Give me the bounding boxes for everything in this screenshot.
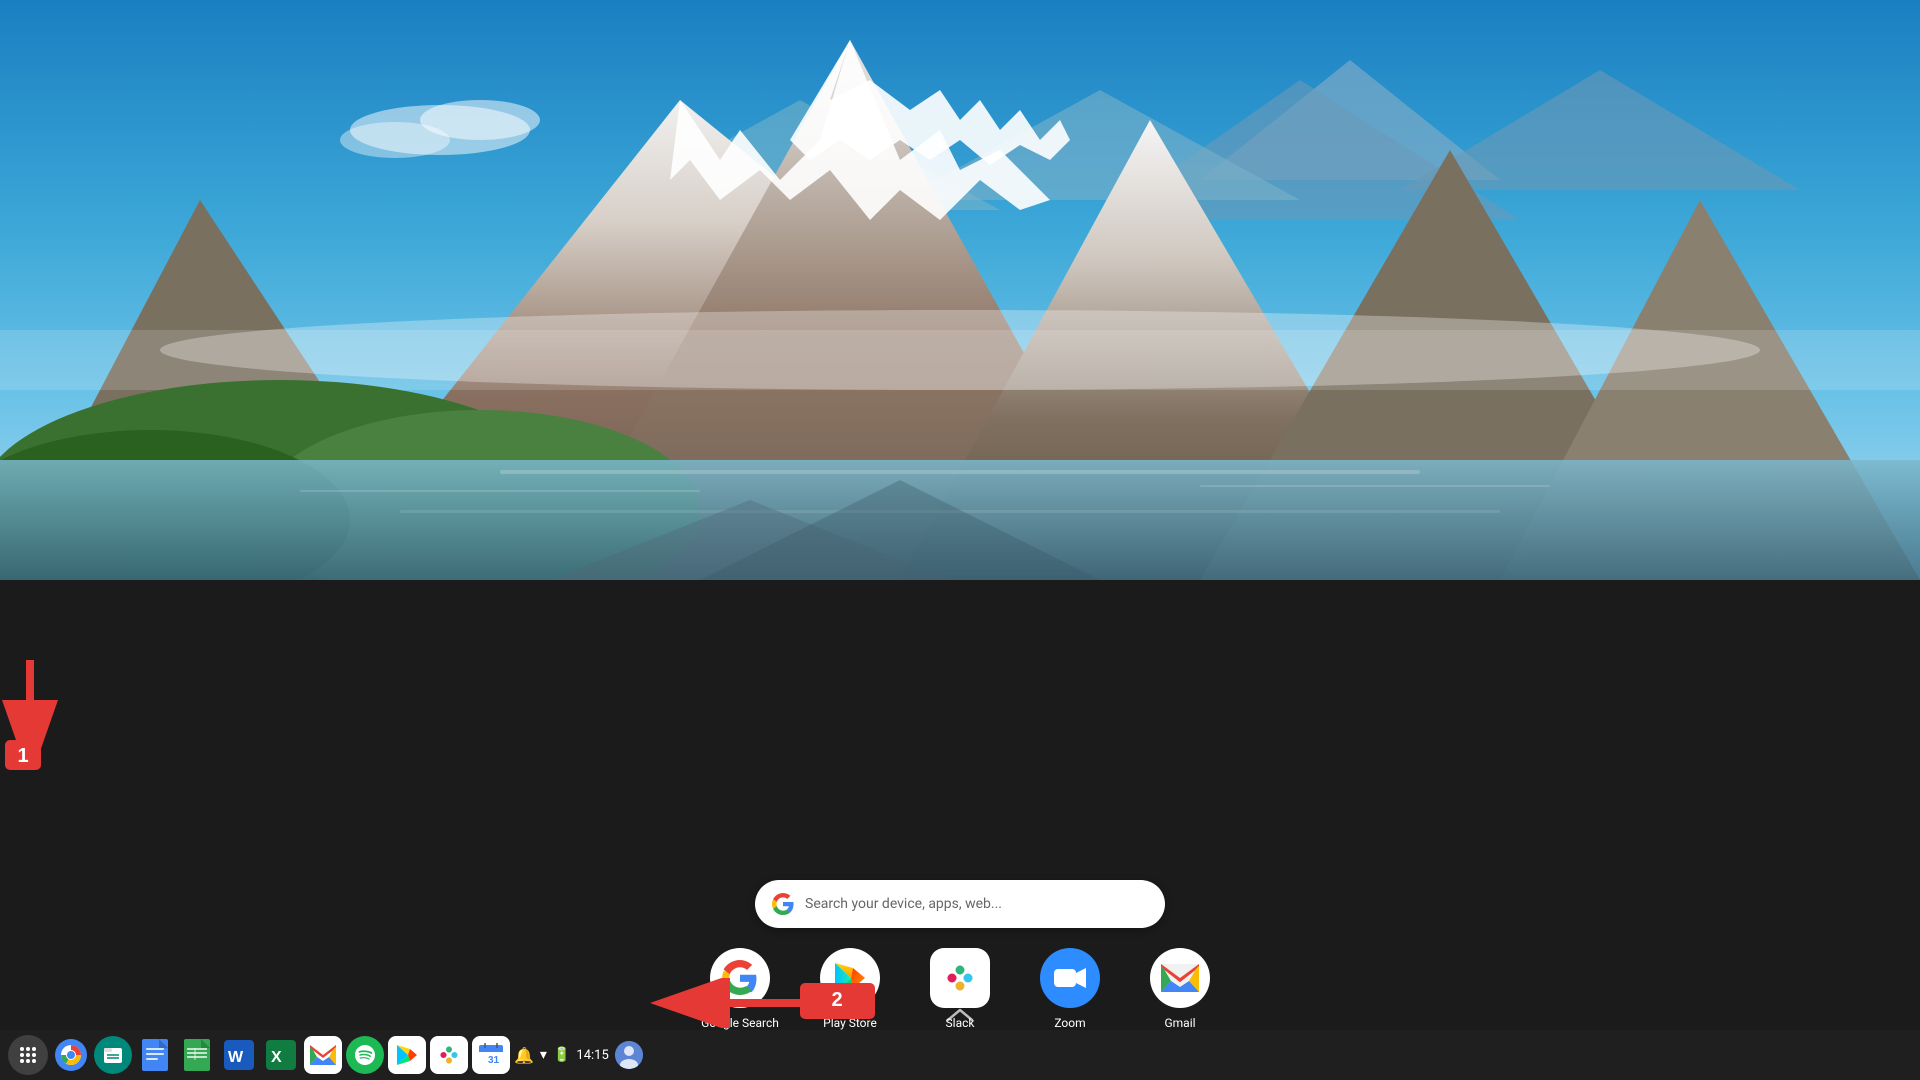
- launcher-app-zoom[interactable]: Zoom: [1030, 948, 1110, 1030]
- svg-text:W: W: [228, 1049, 244, 1066]
- launcher-app-gmail[interactable]: Gmail: [1140, 948, 1220, 1030]
- svg-text:31: 31: [488, 1055, 500, 1066]
- annotation-arrow-1: 1: [0, 650, 80, 770]
- shelf-sheets[interactable]: [178, 1036, 216, 1074]
- gmail-label: Gmail: [1164, 1016, 1195, 1030]
- shelf-calendar[interactable]: 31: [472, 1036, 510, 1074]
- launcher-button[interactable]: [8, 1035, 48, 1075]
- wifi-icon: ▾: [540, 1047, 547, 1063]
- search-bar[interactable]: Search your device, apps, web...: [755, 880, 1165, 928]
- shelf-spotify[interactable]: [346, 1036, 384, 1074]
- chevron-up-button[interactable]: [942, 1005, 978, 1025]
- zoom-icon: [1040, 948, 1100, 1008]
- google-g-icon: [771, 892, 795, 916]
- shelf-word[interactable]: W: [220, 1036, 258, 1074]
- status-area: 🔔 ▾ 🔋 14:15: [514, 1041, 647, 1069]
- gmail-icon: [1150, 948, 1210, 1008]
- zoom-label: Zoom: [1054, 1016, 1085, 1030]
- user-avatar[interactable]: [615, 1041, 643, 1069]
- shelf-gmail[interactable]: [304, 1036, 342, 1074]
- slack-icon: [930, 948, 990, 1008]
- shelf: W X: [0, 1030, 1920, 1080]
- search-placeholder: Search your device, apps, web...: [805, 896, 1149, 912]
- svg-text:2: 2: [831, 989, 842, 1011]
- shelf-docs[interactable]: [136, 1036, 174, 1074]
- wallpaper: [0, 0, 1920, 580]
- clock: 14:15: [576, 1048, 608, 1063]
- annotation-arrow-2: 2: [630, 978, 880, 1028]
- svg-text:X: X: [271, 1049, 282, 1066]
- svg-text:1: 1: [17, 745, 28, 767]
- bell-icon[interactable]: 🔔: [514, 1046, 534, 1065]
- battery-icon: 🔋: [553, 1047, 570, 1063]
- shelf-play-store[interactable]: [388, 1036, 426, 1074]
- shelf-files[interactable]: [94, 1036, 132, 1074]
- shelf-slack2[interactable]: [430, 1036, 468, 1074]
- shelf-chrome[interactable]: [52, 1036, 90, 1074]
- shelf-excel[interactable]: X: [262, 1036, 300, 1074]
